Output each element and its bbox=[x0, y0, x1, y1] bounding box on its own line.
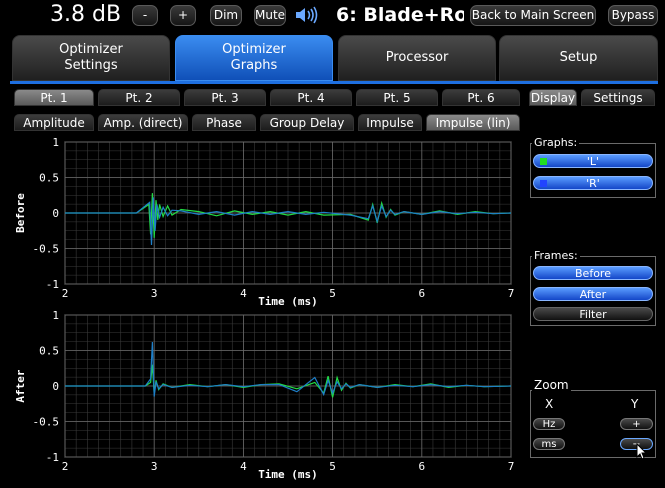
zoom-x-ms-button[interactable]: ms bbox=[533, 438, 565, 450]
dim-button[interactable]: Dim bbox=[210, 5, 242, 26]
tab-pt3[interactable]: Pt. 3 bbox=[184, 89, 266, 106]
x-tick-label: 3 bbox=[151, 287, 158, 300]
graphs-label: Graphs: bbox=[532, 136, 580, 149]
graph-l-toggle[interactable]: 'L' bbox=[533, 154, 653, 168]
graph-r-toggle[interactable]: 'R' bbox=[533, 176, 653, 190]
tab-processor[interactable]: Processor bbox=[338, 35, 496, 81]
y-tick-label: 0.5 bbox=[39, 172, 59, 185]
impulse-charts: 2 3 4 5 6 7 1 0.5 0 -0.5 -1 Time (ms) Before 2 3 4 5 6 7 1 0… bbox=[14, 136, 515, 481]
x-tick-label: 5 bbox=[329, 287, 336, 300]
tab-label: Processor bbox=[385, 50, 449, 65]
tab-label: Setup bbox=[559, 50, 598, 65]
tab-phase[interactable]: Phase bbox=[192, 114, 256, 131]
tab-underline bbox=[10, 81, 658, 84]
x-tick-label: 2 bbox=[62, 287, 69, 300]
frame-filter-toggle[interactable]: Filter bbox=[533, 307, 653, 321]
graph-label: 'L' bbox=[586, 155, 600, 168]
tab-optimizer-graphs[interactable]: Optimizer Graphs bbox=[175, 35, 333, 81]
tab-impulse[interactable]: Impulse bbox=[358, 114, 422, 131]
x-tick-label: 3 bbox=[151, 460, 158, 473]
mouse-cursor-icon bbox=[636, 442, 648, 461]
color-swatch bbox=[540, 158, 547, 165]
y-tick-label: -0.5 bbox=[33, 243, 60, 256]
tab-amplitude[interactable]: Amplitude bbox=[14, 114, 94, 131]
tab-pt5[interactable]: Pt. 5 bbox=[356, 89, 438, 106]
preset-title: 6: Blade+Rowla bbox=[336, 4, 464, 26]
color-swatch bbox=[540, 180, 547, 187]
x-tick-label: 6 bbox=[418, 460, 425, 473]
back-to-main-button[interactable]: Back to Main Screen bbox=[470, 5, 596, 26]
tab-display[interactable]: Display bbox=[529, 89, 577, 106]
x-axis-label: Time (ms) bbox=[258, 295, 318, 308]
x-tick-label: 2 bbox=[62, 460, 69, 473]
frames-label: Frames: bbox=[532, 249, 580, 262]
zoom-x-hz-button[interactable]: Hz bbox=[533, 418, 565, 430]
y-tick-label: 0.5 bbox=[39, 345, 59, 358]
tab-pt1[interactable]: Pt. 1 bbox=[14, 89, 94, 106]
y-axis-label: After bbox=[14, 369, 27, 402]
tab-amp-direct[interactable]: Amp. (direct) bbox=[98, 114, 188, 131]
x-tick-label: 4 bbox=[240, 287, 247, 300]
tab-pt6[interactable]: Pt. 6 bbox=[442, 89, 520, 106]
frame-after-toggle[interactable]: After bbox=[533, 287, 653, 301]
tab-settings[interactable]: Settings bbox=[581, 89, 655, 106]
frame-before-toggle[interactable]: Before bbox=[533, 266, 653, 280]
tab-label: Optimizer Settings bbox=[59, 42, 123, 73]
tab-group-delay[interactable]: Group Delay bbox=[260, 114, 354, 131]
tab-setup[interactable]: Setup bbox=[499, 35, 658, 81]
y-tick-label: 1 bbox=[52, 136, 59, 149]
mute-button[interactable]: Mute bbox=[254, 5, 286, 26]
top-bar: 3.8 dB - + Dim Mute 6: Blade+Rowla Back … bbox=[0, 0, 665, 32]
y-tick-label: -1 bbox=[46, 278, 59, 291]
x-tick-label: 7 bbox=[508, 287, 515, 300]
tab-label: Optimizer Graphs bbox=[222, 42, 286, 73]
tab-impulse-lin[interactable]: Impulse (lin) bbox=[426, 114, 520, 131]
tab-pt2[interactable]: Pt. 2 bbox=[98, 89, 180, 106]
tab-pt4[interactable]: Pt. 4 bbox=[270, 89, 352, 106]
y-axis-label: Before bbox=[14, 193, 27, 233]
bypass-button[interactable]: Bypass bbox=[608, 5, 658, 26]
y-tick-label: -0.5 bbox=[33, 416, 60, 429]
y-tick-label: 1 bbox=[52, 309, 59, 322]
tab-optimizer-settings[interactable]: Optimizer Settings bbox=[12, 35, 170, 81]
zoom-y-label: Y bbox=[631, 397, 639, 411]
y-tick-label: -1 bbox=[46, 451, 59, 464]
speaker-icon[interactable] bbox=[294, 5, 320, 25]
zoom-x-label: X bbox=[545, 397, 554, 411]
x-axis-label: Time (ms) bbox=[258, 468, 318, 481]
zoom-label: Zoom bbox=[532, 378, 571, 392]
graph-label: 'R' bbox=[586, 177, 600, 190]
x-tick-label: 4 bbox=[240, 460, 247, 473]
volume-readout: 3.8 dB bbox=[50, 2, 122, 27]
y-tick-label: 0 bbox=[52, 380, 59, 393]
zoom-y-in-button[interactable]: + bbox=[620, 418, 653, 430]
x-tick-label: 7 bbox=[508, 460, 515, 473]
volume-up-button[interactable]: + bbox=[170, 5, 196, 26]
x-tick-label: 6 bbox=[418, 287, 425, 300]
y-tick-label: 0 bbox=[52, 207, 59, 220]
x-tick-label: 5 bbox=[329, 460, 336, 473]
volume-down-button[interactable]: - bbox=[132, 5, 158, 26]
